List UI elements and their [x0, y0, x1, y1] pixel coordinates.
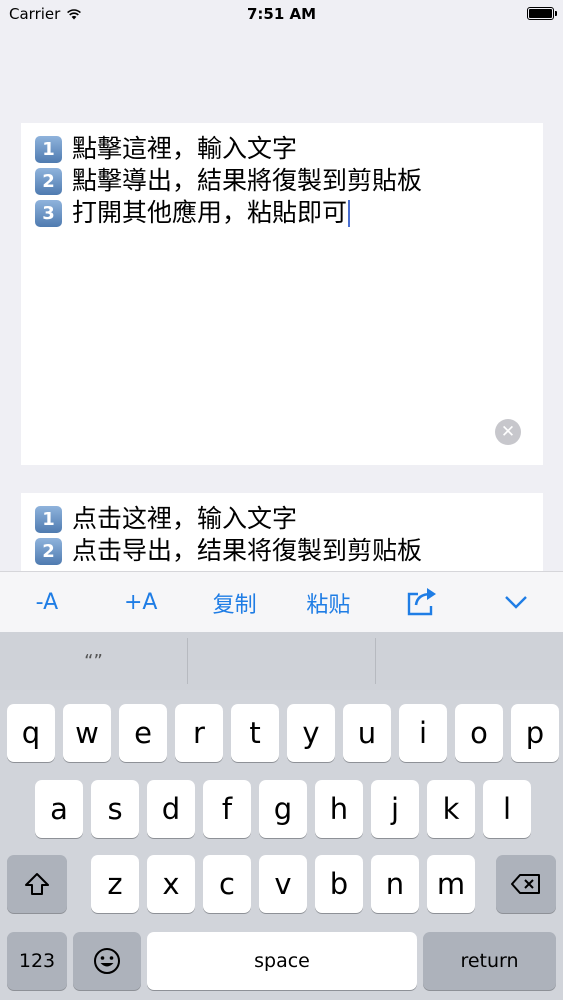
clear-icon[interactable]: ✕ [495, 419, 521, 445]
key-g[interactable]: g [259, 780, 307, 838]
text-cursor [348, 199, 351, 227]
input-text-area[interactable]: 1 點擊這裡，輸入文字 2 點擊導出，結果將復製到剪貼板 3 打開其他應用，粘貼即可 ✕ [21, 123, 543, 465]
battery-icon [527, 7, 557, 20]
editing-toolbar: -A +A 复制 粘贴 [0, 571, 563, 633]
key-h[interactable]: h [315, 780, 363, 838]
key-v[interactable]: v [259, 855, 307, 913]
key-o[interactable]: o [455, 704, 503, 762]
line-text: 點擊導出，結果將復製到剪貼板 [72, 166, 423, 195]
copy-button[interactable]: 复制 [188, 587, 282, 619]
number-badge: 3 [35, 199, 62, 227]
keyboard: “” q w e r t y u i o p a s d f g h j k l z x c v b n m 123 space ret… [0, 632, 563, 1000]
number-badge: 2 [35, 537, 62, 565]
numbers-key[interactable]: 123 [7, 932, 67, 990]
preview-line: 1 点击这裡，输入文字 [35, 503, 529, 535]
line-text: 打開其他應用，粘貼即可 [72, 198, 348, 227]
emoji-key[interactable] [73, 932, 141, 990]
key-i[interactable]: i [399, 704, 447, 762]
key-u[interactable]: u [343, 704, 391, 762]
editor-line: 3 打開其他應用，粘貼即可 [35, 197, 529, 229]
key-z[interactable]: z [91, 855, 139, 913]
shift-icon [25, 873, 49, 895]
key-y[interactable]: y [287, 704, 335, 762]
line-text: 点击这裡，输入文字 [72, 504, 298, 533]
number-badge: 1 [35, 505, 62, 533]
key-n[interactable]: n [371, 855, 419, 913]
key-t[interactable]: t [231, 704, 279, 762]
key-f[interactable]: f [203, 780, 251, 838]
prediction-2[interactable] [188, 632, 375, 690]
editor-line: 2 點擊導出，結果將復製到剪貼板 [35, 165, 529, 197]
key-c[interactable]: c [203, 855, 251, 913]
key-e[interactable]: e [119, 704, 167, 762]
key-k[interactable]: k [427, 780, 475, 838]
predictive-bar: “” [0, 632, 563, 690]
number-badge: 1 [35, 135, 62, 163]
emoji-icon [94, 948, 120, 974]
status-bar: Carrier 7:51 AM [0, 0, 563, 30]
line-text: 点击导出，结果将復製到剪贴板 [72, 536, 423, 565]
key-q[interactable]: q [7, 704, 55, 762]
chevron-down-icon [505, 596, 527, 609]
key-w[interactable]: w [63, 704, 111, 762]
key-j[interactable]: j [371, 780, 419, 838]
key-m[interactable]: m [427, 855, 475, 913]
clock: 7:51 AM [246, 5, 317, 23]
return-key[interactable]: return [423, 932, 556, 990]
key-d[interactable]: d [147, 780, 195, 838]
prediction-1[interactable]: “” [0, 632, 187, 690]
key-s[interactable]: s [91, 780, 139, 838]
key-b[interactable]: b [315, 855, 363, 913]
share-icon [408, 587, 437, 615]
space-key[interactable]: space [147, 932, 417, 990]
key-l[interactable]: l [483, 780, 531, 838]
dismiss-keyboard-button[interactable] [469, 590, 563, 615]
line-text: 點擊這裡，輸入文字 [72, 134, 298, 163]
shift-key[interactable] [7, 855, 67, 913]
key-r[interactable]: r [175, 704, 223, 762]
delete-key[interactable] [496, 855, 556, 913]
prediction-3[interactable] [376, 632, 563, 690]
preview-line: 2 点击导出，结果将復製到剪贴板 [35, 535, 529, 567]
key-a[interactable]: a [35, 780, 83, 838]
increase-font-button[interactable]: +A [94, 590, 188, 615]
editor-line: 1 點擊這裡，輸入文字 [35, 133, 529, 165]
backspace-icon [511, 874, 540, 894]
key-p[interactable]: p [511, 704, 559, 762]
share-button[interactable] [375, 584, 469, 622]
decrease-font-button[interactable]: -A [0, 590, 94, 615]
paste-button[interactable]: 粘贴 [281, 587, 375, 619]
key-x[interactable]: x [147, 855, 195, 913]
number-badge: 2 [35, 167, 62, 195]
